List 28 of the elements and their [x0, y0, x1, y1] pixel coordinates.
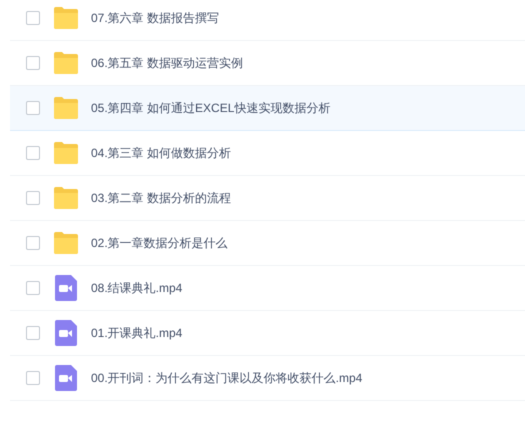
folder-icon: [53, 232, 79, 254]
checkbox[interactable]: [26, 101, 40, 115]
video-icon: [55, 320, 77, 346]
checkbox[interactable]: [26, 371, 40, 385]
file-name[interactable]: 06.第五章 数据驱动运营实例: [91, 54, 244, 72]
checkbox[interactable]: [26, 281, 40, 295]
checkbox[interactable]: [26, 11, 40, 25]
checkbox[interactable]: [26, 236, 40, 250]
folder-icon: [53, 7, 79, 29]
file-name[interactable]: 03.第二章 数据分析的流程: [91, 189, 232, 207]
file-name[interactable]: 02.第一章数据分析是什么: [91, 234, 228, 252]
file-row[interactable]: 05.第四章 如何通过EXCEL快速实现数据分析: [10, 86, 525, 131]
video-icon: [55, 275, 77, 301]
folder-icon: [53, 52, 79, 74]
folder-icon: [53, 142, 79, 164]
file-name[interactable]: 00.开刊词：为什么有这门课以及你将收获什么.mp4: [91, 369, 362, 387]
checkbox[interactable]: [26, 191, 40, 205]
folder-icon: [53, 97, 79, 119]
file-name[interactable]: 01.开课典礼.mp4: [91, 324, 182, 342]
checkbox[interactable]: [26, 146, 40, 160]
file-name[interactable]: 05.第四章 如何通过EXCEL快速实现数据分析: [91, 99, 330, 117]
folder-icon: [53, 187, 79, 209]
video-icon: [55, 365, 77, 391]
checkbox[interactable]: [26, 56, 40, 70]
file-name[interactable]: 04.第三章 如何做数据分析: [91, 144, 232, 162]
file-name[interactable]: 08.结课典礼.mp4: [91, 279, 182, 297]
checkbox[interactable]: [26, 326, 40, 340]
file-name[interactable]: 07.第六章 数据报告撰写: [91, 9, 220, 27]
